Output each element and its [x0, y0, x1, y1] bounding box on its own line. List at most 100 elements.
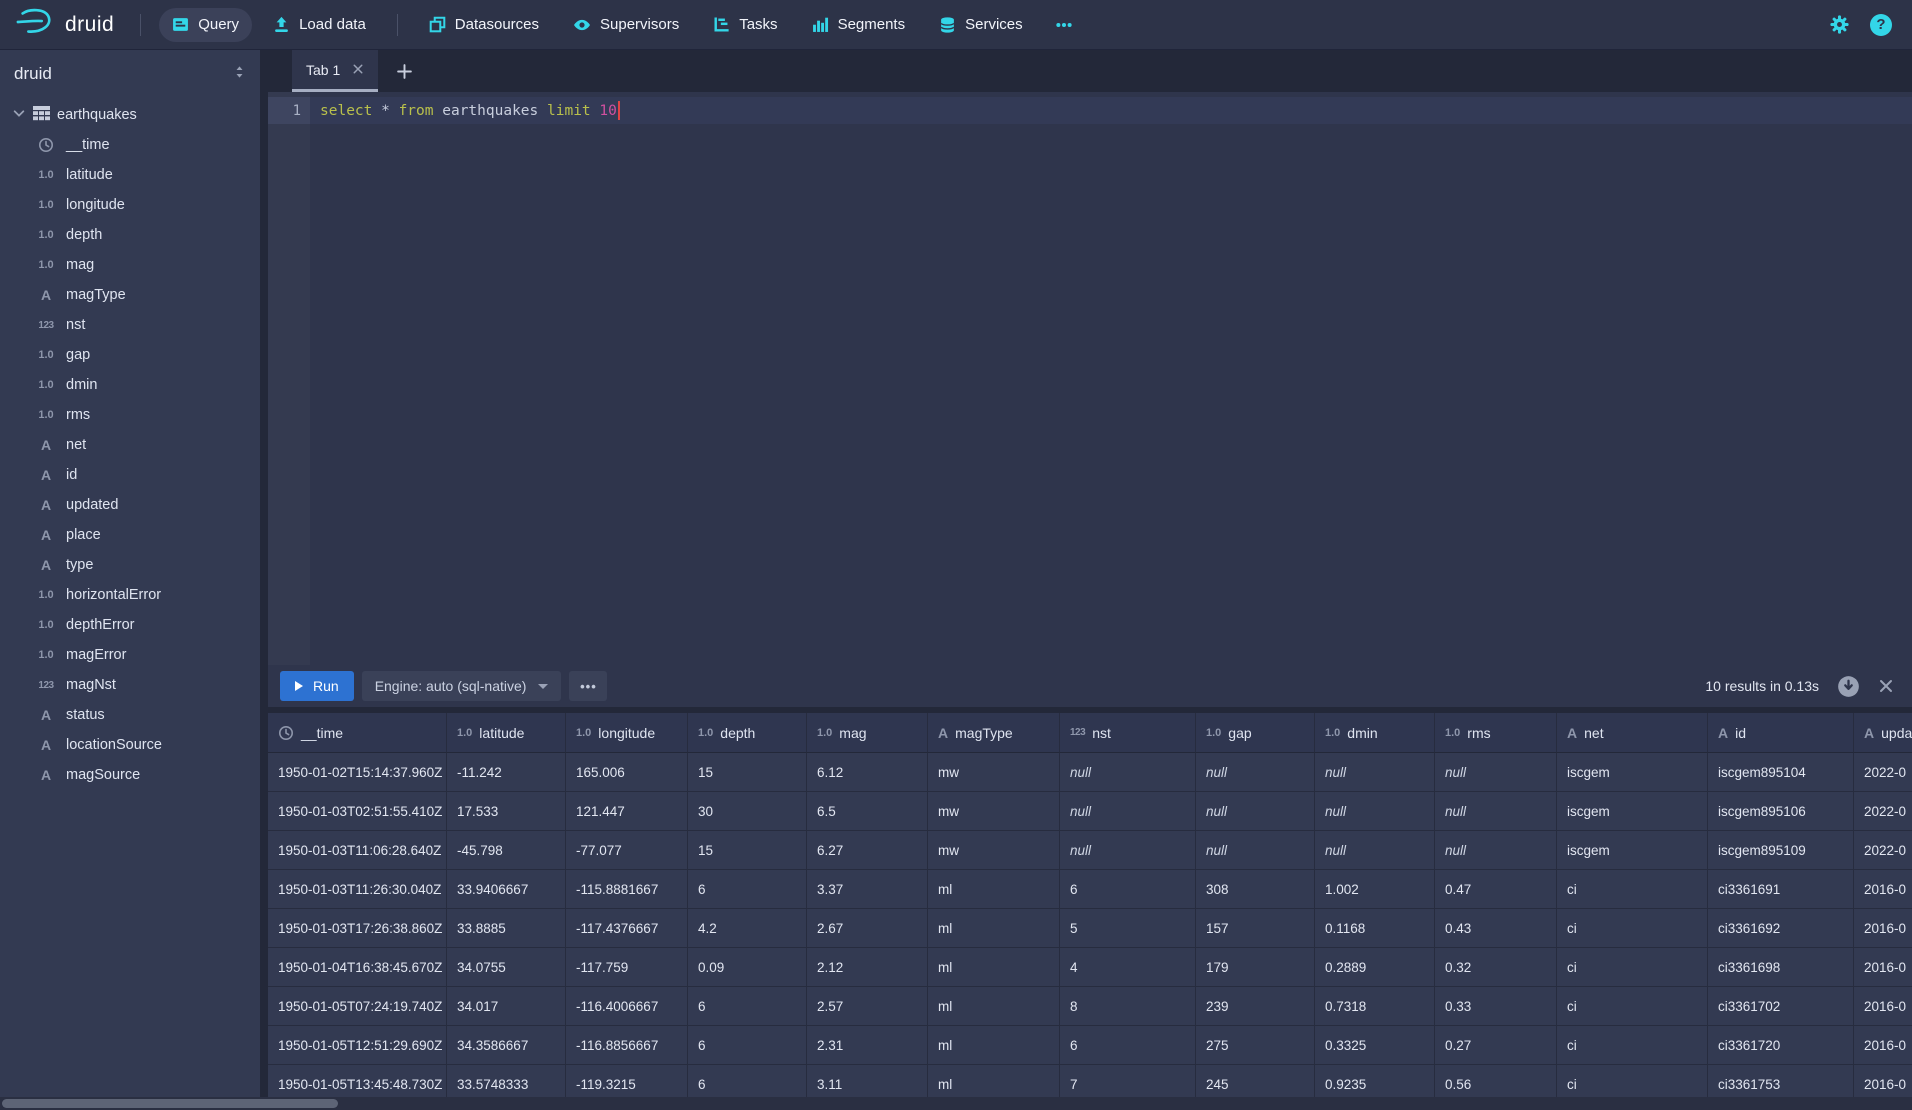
table-row[interactable]: 1950-01-03T02:51:55.410Z17.533121.447306…	[268, 792, 1912, 831]
column-item-type[interactable]: Atype	[0, 550, 260, 580]
table-cell[interactable]: 2016-0	[1854, 909, 1912, 948]
table-cell[interactable]: 1950-01-04T16:38:45.670Z	[268, 948, 447, 987]
table-cell[interactable]: 2.12	[807, 948, 928, 987]
column-item-magError[interactable]: 1.0magError	[0, 640, 260, 670]
settings-gear-icon[interactable]	[1829, 14, 1850, 35]
header-cell-net[interactable]: Anet	[1557, 713, 1708, 753]
table-cell[interactable]: null	[1196, 792, 1315, 831]
table-cell[interactable]: 6	[688, 1026, 807, 1065]
table-cell[interactable]: 0.43	[1435, 909, 1557, 948]
table-row[interactable]: 1950-01-02T15:14:37.960Z-11.242165.00615…	[268, 753, 1912, 792]
table-cell[interactable]: ci3361691	[1708, 870, 1854, 909]
column-item-magType[interactable]: AmagType	[0, 280, 260, 310]
table-cell[interactable]: 121.447	[566, 792, 688, 831]
query-more-button[interactable]: •••	[569, 671, 607, 701]
column-item-horizontalError[interactable]: 1.0horizontalError	[0, 580, 260, 610]
header-cell-mag[interactable]: 1.0mag	[807, 713, 928, 753]
table-cell[interactable]: 2022-0	[1854, 753, 1912, 792]
table-cell[interactable]: null	[1315, 831, 1435, 870]
table-cell[interactable]: -117.759	[566, 948, 688, 987]
column-item-status[interactable]: Astatus	[0, 700, 260, 730]
header-cell-longitude[interactable]: 1.0longitude	[566, 713, 688, 753]
table-cell[interactable]: null	[1196, 753, 1315, 792]
table-cell[interactable]: 2016-0	[1854, 870, 1912, 909]
table-cell[interactable]: 2022-0	[1854, 792, 1912, 831]
table-cell[interactable]: ml	[928, 1026, 1060, 1065]
table-cell[interactable]: ml	[928, 909, 1060, 948]
nav-item-tasks[interactable]: Tasks	[700, 8, 790, 42]
table-cell[interactable]: 0.7318	[1315, 987, 1435, 1026]
column-item-longitude[interactable]: 1.0longitude	[0, 190, 260, 220]
table-cell[interactable]: ci	[1557, 948, 1708, 987]
table-cell[interactable]: ci3361702	[1708, 987, 1854, 1026]
table-cell[interactable]: -117.4376667	[566, 909, 688, 948]
header-cell-rms[interactable]: 1.0rms	[1435, 713, 1557, 753]
help-icon[interactable]: ?	[1870, 14, 1892, 36]
table-cell[interactable]: 2.57	[807, 987, 928, 1026]
table-row[interactable]: 1950-01-03T17:26:38.860Z33.8885-117.4376…	[268, 909, 1912, 948]
table-cell[interactable]: 0.32	[1435, 948, 1557, 987]
table-cell[interactable]: 34.3586667	[447, 1026, 566, 1065]
nav-item-segments[interactable]: Segments	[799, 8, 919, 42]
table-cell[interactable]: 275	[1196, 1026, 1315, 1065]
table-row[interactable]: 1950-01-03T11:26:30.040Z33.9406667-115.8…	[268, 870, 1912, 909]
table-cell[interactable]: -77.077	[566, 831, 688, 870]
table-cell[interactable]: 1950-01-03T17:26:38.860Z	[268, 909, 447, 948]
table-cell[interactable]: ci3361720	[1708, 1026, 1854, 1065]
scrollbar-thumb[interactable]	[2, 1099, 338, 1108]
table-cell[interactable]: iscgem895109	[1708, 831, 1854, 870]
table-cell[interactable]: ci	[1557, 987, 1708, 1026]
table-cell[interactable]: iscgem	[1557, 792, 1708, 831]
download-icon[interactable]	[1837, 675, 1860, 698]
table-cell[interactable]: 15	[688, 753, 807, 792]
table-cell[interactable]: 5	[1060, 909, 1196, 948]
table-cell[interactable]: 2.67	[807, 909, 928, 948]
table-cell[interactable]: 1950-01-05T12:51:29.690Z	[268, 1026, 447, 1065]
column-item-depthError[interactable]: 1.0depthError	[0, 610, 260, 640]
table-cell[interactable]: null	[1060, 792, 1196, 831]
table-cell[interactable]: 33.9406667	[447, 870, 566, 909]
table-cell[interactable]: 15	[688, 831, 807, 870]
table-cell[interactable]: 6	[1060, 1026, 1196, 1065]
table-cell[interactable]: ml	[928, 870, 1060, 909]
double-caret-icon[interactable]	[233, 64, 246, 85]
column-item-locationSource[interactable]: AlocationSource	[0, 730, 260, 760]
table-cell[interactable]: iscgem	[1557, 753, 1708, 792]
header-cell-id[interactable]: Aid	[1708, 713, 1854, 753]
table-cell[interactable]: -115.8881667	[566, 870, 688, 909]
table-row[interactable]: 1950-01-05T07:24:19.740Z34.017-116.40066…	[268, 987, 1912, 1026]
nav-more-button[interactable]	[1042, 8, 1086, 42]
table-row[interactable]: 1950-01-05T12:51:29.690Z34.3586667-116.8…	[268, 1026, 1912, 1065]
table-cell[interactable]: 4.2	[688, 909, 807, 948]
table-cell[interactable]: mw	[928, 831, 1060, 870]
table-cell[interactable]: 33.8885	[447, 909, 566, 948]
column-item-id[interactable]: Aid	[0, 460, 260, 490]
sql-editor[interactable]: 1 select * from earthquakes limit 10	[268, 92, 1912, 665]
column-item-__time[interactable]: __time	[0, 130, 260, 160]
table-cell[interactable]: 0.33	[1435, 987, 1557, 1026]
table-cell[interactable]: null	[1315, 792, 1435, 831]
table-cell[interactable]: 34.0755	[447, 948, 566, 987]
table-cell[interactable]: 6	[688, 987, 807, 1026]
nav-item-query[interactable]: Query	[159, 8, 252, 42]
sidebar-resizer[interactable]	[260, 50, 268, 1110]
table-cell[interactable]: 4	[1060, 948, 1196, 987]
table-cell[interactable]: iscgem895104	[1708, 753, 1854, 792]
table-cell[interactable]: 239	[1196, 987, 1315, 1026]
column-item-nst[interactable]: 123nst	[0, 310, 260, 340]
column-item-net[interactable]: Anet	[0, 430, 260, 460]
table-row[interactable]: 1950-01-04T16:38:45.670Z34.0755-117.759 0…	[268, 948, 1912, 987]
horizontal-scrollbar[interactable]	[0, 1097, 1912, 1110]
table-cell[interactable]: ci	[1557, 909, 1708, 948]
table-cell[interactable]: 1950-01-03T11:26:30.040Z	[268, 870, 447, 909]
table-cell[interactable]: 2022-0	[1854, 831, 1912, 870]
table-cell[interactable]: 157	[1196, 909, 1315, 948]
table-cell[interactable]: 6	[688, 870, 807, 909]
table-cell[interactable]: 1950-01-02T15:14:37.960Z	[268, 753, 447, 792]
table-cell[interactable]: null	[1060, 831, 1196, 870]
table-cell[interactable]: 179	[1196, 948, 1315, 987]
column-item-updated[interactable]: Aupdated	[0, 490, 260, 520]
table-cell[interactable]: 2016-0	[1854, 1026, 1912, 1065]
nav-item-supervisors[interactable]: Supervisors	[560, 8, 692, 42]
table-cell[interactable]: 30	[688, 792, 807, 831]
